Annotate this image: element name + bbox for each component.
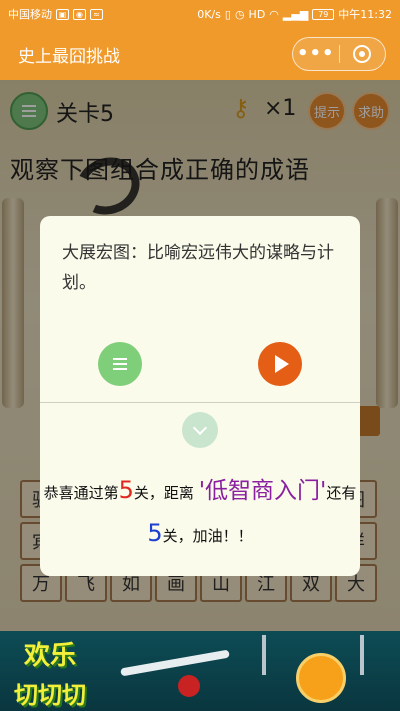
alarm-icon: ◷ <box>234 7 245 21</box>
goal-title: '低智商入门' <box>198 478 327 504</box>
knife-graphic <box>262 635 266 675</box>
close-mini-program-button[interactable] <box>340 45 386 63</box>
success-modal: 大展宏图：比喻宏远伟大的谋略与计划。 恭喜通过第5关，距离 '低智商入门'还有5… <box>40 216 360 576</box>
clock: 中午11:32 <box>338 8 392 21</box>
hd-icon: HD <box>248 7 266 21</box>
blade-graphic <box>120 649 230 677</box>
congrats-mid: 关，距离 <box>133 484 194 502</box>
congrats-prefix: 恭喜通过第 <box>43 484 119 502</box>
mini-program-capsule: ••• <box>292 37 386 71</box>
ad-banner[interactable]: 欢乐 切切切 <box>0 631 400 711</box>
status-bar: 中国移动 ▣ ◉ ≈ 0K/s ▯ ◷ HD ◠ ▂▄▆ 79 中午11:32 <box>0 0 400 28</box>
ad-title-line2: 切切切 <box>14 681 86 709</box>
signal-icon: ▂▄▆ <box>282 7 309 21</box>
collapse-button[interactable] <box>182 412 218 448</box>
congrats-suffix: 关，加油！！ <box>162 527 253 545</box>
list-icon <box>113 358 127 370</box>
remaining-prefix: 还有 <box>326 484 357 502</box>
wifi-notification-icon: ≈ <box>90 8 103 20</box>
passed-level-number: 5 <box>118 476 134 504</box>
notification-icon: ▣ <box>56 8 69 20</box>
network-speed: 0K/s <box>197 7 221 21</box>
more-button[interactable]: ••• <box>293 39 339 69</box>
title-bar: 史上最囧挑战 ••• <box>0 28 400 80</box>
wifi-icon: ◠ <box>269 7 279 21</box>
congrats-message: 恭喜通过第5关，距离 '低智商入门'还有5关，加油！！ <box>40 470 360 556</box>
play-icon <box>275 355 289 373</box>
remaining-levels-number: 5 <box>147 519 163 547</box>
ad-title-line1: 欢乐 <box>24 641 77 671</box>
idiom-meaning: 大展宏图：比喻宏远伟大的谋略与计划。 <box>62 243 334 293</box>
list-button[interactable] <box>98 342 142 386</box>
app-title: 史上最囧挑战 <box>18 46 120 67</box>
modal-divider <box>40 402 360 403</box>
chevron-down-icon <box>192 420 208 436</box>
carrier-label: 中国移动 <box>8 8 52 21</box>
app-notification-icon: ◉ <box>73 8 86 20</box>
apple-graphic <box>178 675 200 697</box>
next-level-button[interactable] <box>258 342 302 386</box>
knife-graphic <box>360 635 364 675</box>
battery-icon: 79 <box>312 8 335 20</box>
target-icon <box>353 45 372 63</box>
vibrate-icon: ▯ <box>224 7 231 21</box>
orange-slice-graphic <box>296 653 346 703</box>
